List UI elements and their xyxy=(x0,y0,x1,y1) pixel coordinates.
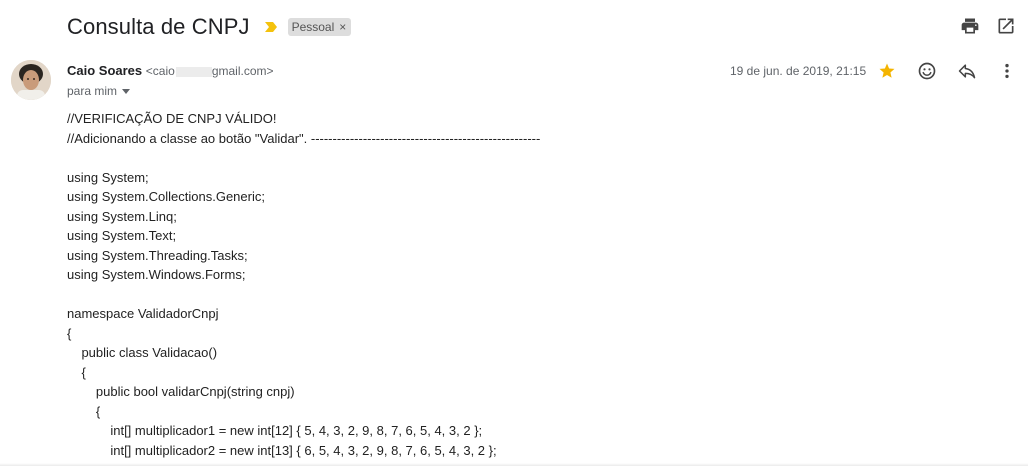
print-icon[interactable] xyxy=(960,16,980,36)
body-line: public class Validacao() xyxy=(67,345,218,360)
recipient-details-caret-icon[interactable] xyxy=(122,88,131,94)
reply-icon[interactable] xyxy=(957,61,977,81)
label-remove-icon[interactable]: × xyxy=(339,20,346,34)
sender-name[interactable]: Caio Soares xyxy=(67,63,142,78)
body-line: { xyxy=(67,325,72,341)
importance-marker-icon[interactable] xyxy=(264,20,278,34)
sender-email-suffix: gmail.com> xyxy=(211,64,274,78)
sender-avatar[interactable] xyxy=(11,60,51,100)
star-icon[interactable] xyxy=(877,61,897,81)
body-line: namespace ValidadorCnpj xyxy=(67,306,219,321)
sender-line: Caio Soares <caio gmail.com> xyxy=(67,63,274,78)
recipient-line[interactable]: para mim xyxy=(67,84,131,98)
label-chip-text: Pessoal xyxy=(291,20,335,34)
message-actions xyxy=(877,61,1017,81)
message-body: //VERIFICAÇÃO DE CNPJ VÁLIDO! //Adiciona… xyxy=(67,109,540,460)
body-line: using System.Collections.Generic; xyxy=(67,189,265,204)
body-line xyxy=(67,148,540,168)
recipient-text: para mim xyxy=(67,84,118,98)
body-line: using System.Linq; xyxy=(67,208,177,224)
redacted-region xyxy=(175,66,212,77)
body-line: int[] multiplicador1 = new int[12] { 5, … xyxy=(67,423,483,438)
body-line: public bool validarCnpj(string cnpj) xyxy=(67,384,295,399)
body-line: using System.Threading.Tasks; xyxy=(67,247,248,263)
message-date: 19 de jun. de 2019, 21:15 xyxy=(730,64,867,78)
body-line: { xyxy=(67,403,101,419)
subject-row: Consulta de CNPJ Pessoal × xyxy=(67,12,352,42)
body-line: using System.Text; xyxy=(67,228,177,243)
thread-actions xyxy=(960,16,1016,36)
body-line xyxy=(67,285,540,305)
email-view: Consulta de CNPJ Pessoal × Caio Soares <… xyxy=(0,0,1028,466)
body-line: using System.Windows.Forms; xyxy=(67,267,246,282)
body-line: //VERIFICAÇÃO DE CNPJ VÁLIDO! xyxy=(67,111,277,126)
open-in-new-window-icon[interactable] xyxy=(996,16,1016,36)
email-subject: Consulta de CNPJ xyxy=(67,14,250,39)
emoji-reaction-icon[interactable] xyxy=(917,61,937,81)
body-line: //Adicionando a classe ao botão "Validar… xyxy=(67,130,541,146)
sender-email: <caio gmail.com> xyxy=(146,64,274,78)
sender-email-prefix: <caio xyxy=(145,64,175,78)
body-line: using System; xyxy=(67,169,149,185)
body-line: { xyxy=(67,364,86,380)
more-vert-icon[interactable] xyxy=(997,61,1017,81)
label-chip-pessoal[interactable]: Pessoal × xyxy=(287,18,352,36)
body-line: int[] multiplicador2 = new int[13] { 6, … xyxy=(67,442,497,458)
